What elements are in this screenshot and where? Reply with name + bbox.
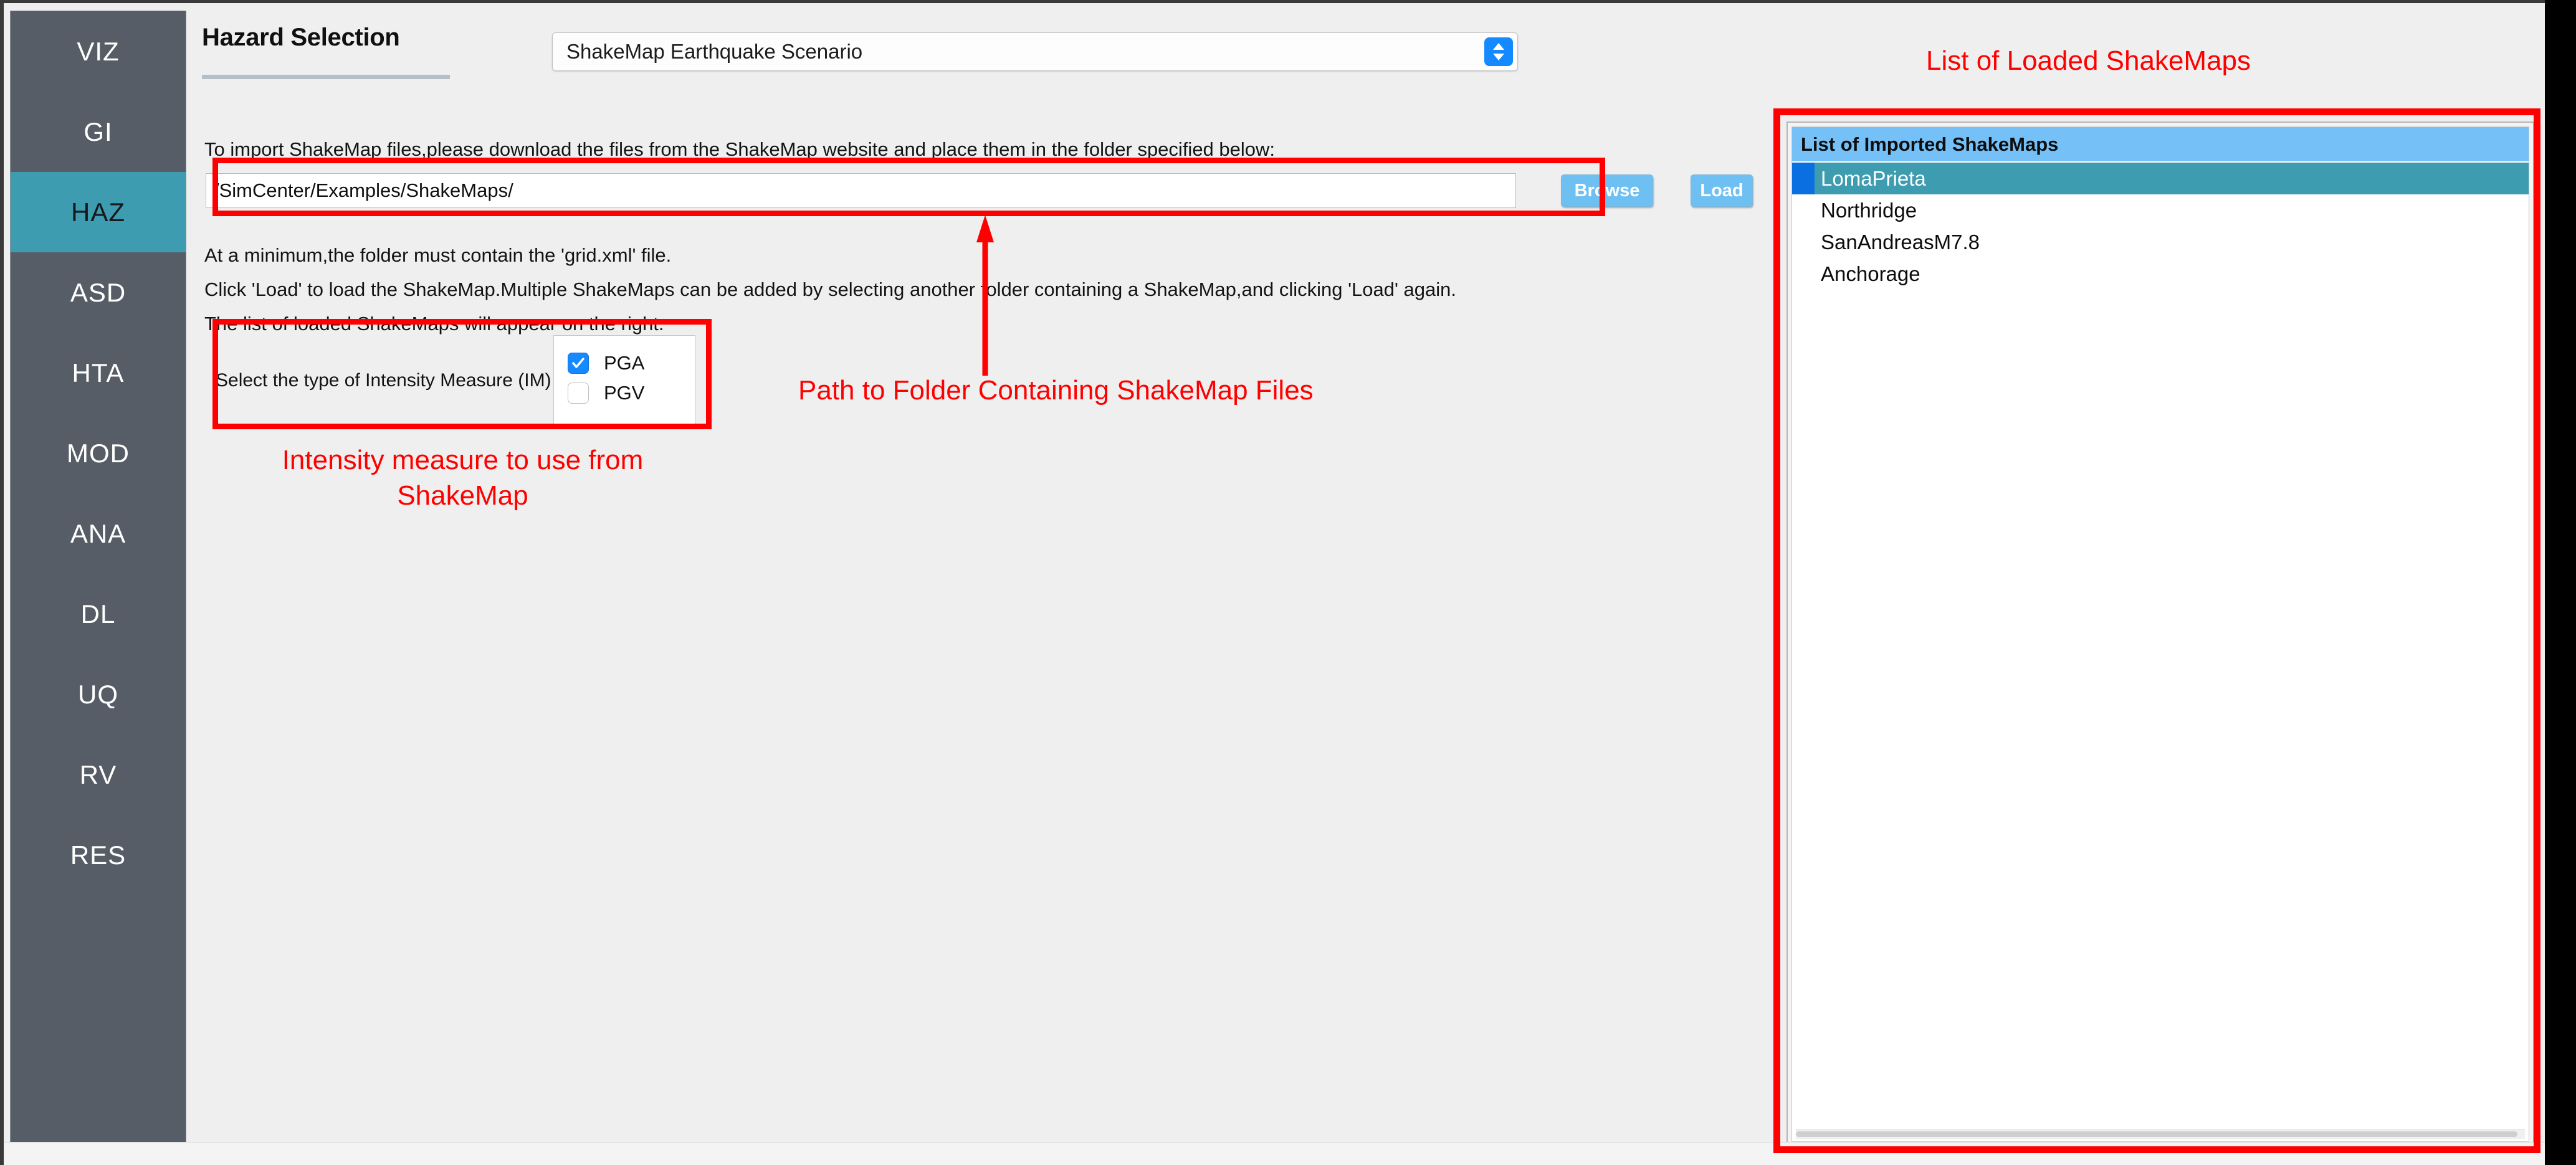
page-title: Hazard Selection — [202, 24, 400, 51]
sidebar: VIZ GI HAZ ASD HTA MOD ANA DL UQ RV RES — [10, 11, 186, 1156]
shakemap-rows: LomaPrieta Northridge SanAndreasM7.8 Anchor… — [1792, 163, 2529, 290]
sidebar-item-label: VIZ — [77, 36, 120, 66]
sidebar-item-dl[interactable]: DL — [11, 574, 186, 654]
imported-shakemaps-list[interactable]: List of Imported ShakeMaps LomaPrieta Nor… — [1791, 126, 2529, 1142]
checkbox-pgv-label: PGV — [604, 382, 645, 404]
window-bottom-strip — [4, 1142, 2545, 1165]
sidebar-item-label: ANA — [70, 518, 126, 548]
sidebar-item-label: MOD — [67, 438, 130, 468]
sidebar-item-gi[interactable]: GI — [11, 92, 186, 172]
updown-chevron-icon[interactable] — [1484, 37, 1513, 66]
list-item[interactable]: SanAndreasM7.8 — [1792, 226, 2529, 258]
list-item[interactable]: Northridge — [1792, 194, 2529, 226]
sidebar-item-label: HAZ — [71, 197, 125, 227]
list-item-marker — [1792, 226, 1815, 258]
scrollbar-thumb[interactable] — [1796, 1131, 2518, 1137]
load-button[interactable]: Load — [1691, 174, 1753, 207]
sidebar-item-asd[interactable]: ASD — [11, 252, 186, 333]
list-item[interactable]: LomaPrieta — [1792, 163, 2529, 194]
sidebar-item-ana[interactable]: ANA — [11, 493, 186, 574]
import-instructions-text: To import ShakeMap files,please download… — [204, 138, 1276, 160]
intensity-measure-group: Select the type of Intensity Measure (IM… — [204, 332, 699, 429]
shakemap-folder-path-input[interactable]: /SimCenter/Examples/ShakeMaps/ — [206, 173, 1516, 208]
sidebar-item-haz[interactable]: HAZ — [11, 172, 186, 252]
hazard-type-combobox[interactable]: ShakeMap Earthquake Scenario — [552, 32, 1518, 71]
hazard-selection-header: Hazard Selection — [202, 24, 451, 79]
intensity-measure-label: Select the type of Intensity Measure (IM… — [216, 369, 551, 391]
checkbox-pga-icon[interactable] — [568, 353, 589, 374]
checkbox-pga-label: PGA — [604, 352, 645, 374]
checkbox-pgv-icon[interactable] — [568, 383, 589, 404]
hazard-type-value: ShakeMap Earthquake Scenario — [566, 40, 863, 63]
sidebar-item-rv[interactable]: RV — [11, 735, 186, 815]
path-row: /SimCenter/Examples/ShakeMaps/ Browse Lo… — [206, 173, 1786, 212]
sidebar-item-label: ASD — [70, 277, 126, 307]
shakemap-folder-path-value: /SimCenter/Examples/ShakeMaps/ — [214, 179, 513, 201]
sidebar-item-label: DL — [80, 599, 116, 629]
sidebar-item-hta[interactable]: HTA — [11, 333, 186, 413]
window-inner: VIZ GI HAZ ASD HTA MOD ANA DL UQ RV RES Hazard Sel… — [4, 3, 2545, 1165]
list-item-label: LomaPrieta — [1821, 166, 1926, 190]
list-item[interactable]: Anchorage — [1792, 258, 2529, 290]
browse-button[interactable]: Browse — [1561, 174, 1653, 207]
sidebar-item-label: RV — [79, 759, 117, 789]
checkbox-row-pga[interactable]: PGA — [554, 348, 695, 378]
list-item-label: SanAndreasM7.8 — [1821, 230, 1980, 254]
list-item-label: Northridge — [1821, 198, 1917, 222]
horizontal-scrollbar[interactable] — [1796, 1129, 2525, 1139]
title-underline — [202, 75, 450, 79]
imported-shakemaps-header: List of Imported ShakeMaps — [1792, 127, 2529, 163]
minimum-requirement-text: At a minimum,the folder must contain the… — [204, 244, 672, 266]
sidebar-item-viz[interactable]: VIZ — [11, 11, 186, 92]
sidebar-item-label: HTA — [72, 358, 125, 388]
load-instructions-text: Click 'Load' to load the ShakeMap.Multip… — [204, 278, 1456, 300]
list-item-marker — [1792, 194, 1815, 226]
list-item-marker — [1792, 163, 1815, 194]
checkbox-row-pgv[interactable]: PGV — [554, 378, 695, 408]
sidebar-item-label: GI — [83, 117, 113, 146]
sidebar-item-mod[interactable]: MOD — [11, 413, 186, 493]
intensity-measure-options: PGA PGV — [553, 335, 695, 424]
sidebar-item-uq[interactable]: UQ — [11, 654, 186, 735]
list-item-marker — [1792, 258, 1815, 290]
sidebar-item-res[interactable]: RES — [11, 815, 186, 895]
list-item-label: Anchorage — [1821, 262, 1920, 285]
sidebar-item-label: RES — [70, 840, 126, 870]
application-window: VIZ GI HAZ ASD HTA MOD ANA DL UQ RV RES Hazard Sel… — [0, 0, 2545, 1165]
sidebar-item-label: UQ — [78, 679, 118, 709]
imported-shakemaps-panel: List of Imported ShakeMaps LomaPrieta Nor… — [1787, 121, 2534, 1147]
